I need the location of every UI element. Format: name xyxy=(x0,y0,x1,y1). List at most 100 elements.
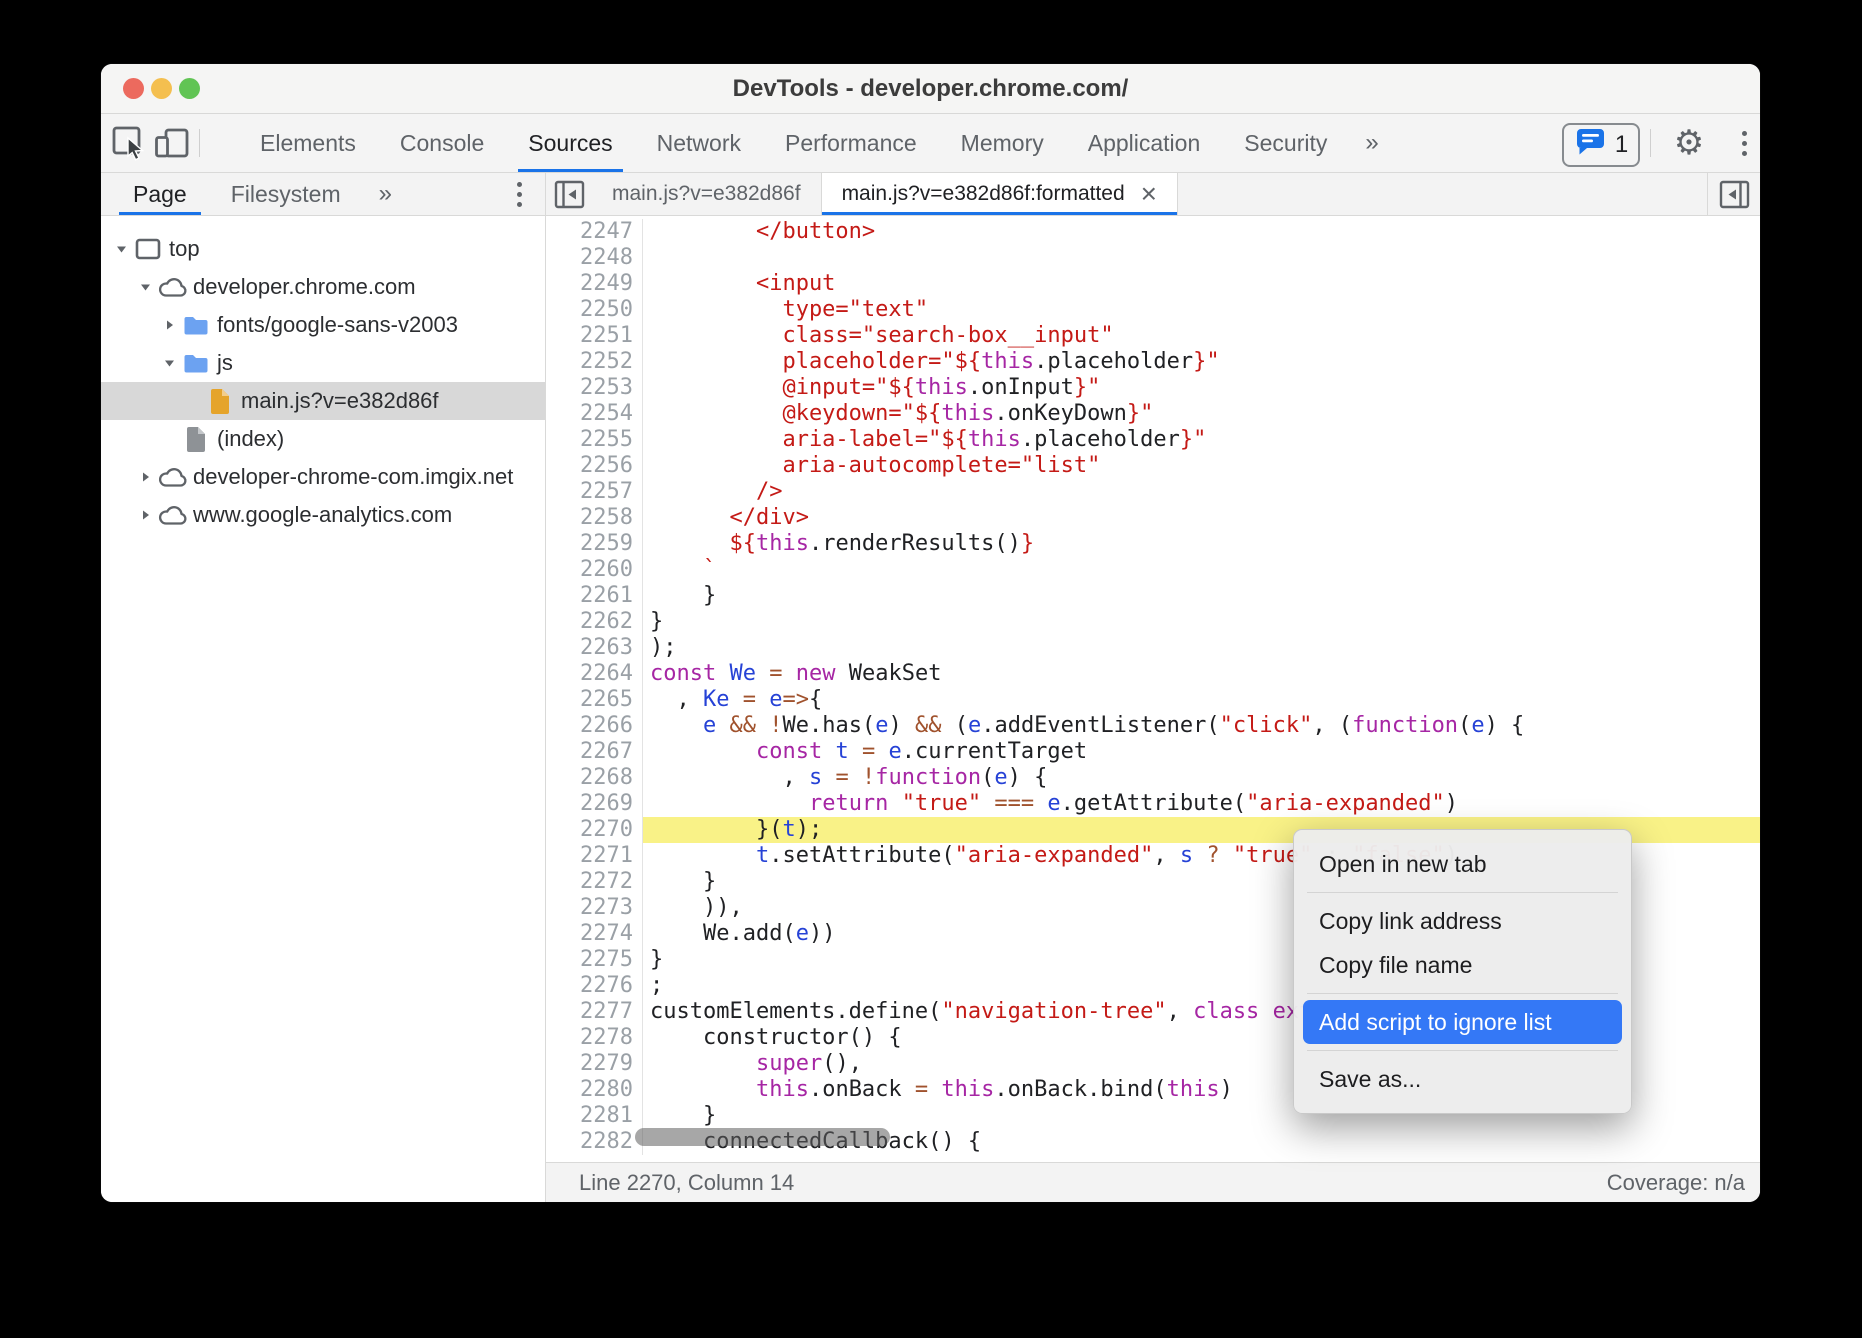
line-number[interactable]: 2260 xyxy=(546,557,643,583)
show-debugger-icon[interactable] xyxy=(1707,173,1760,215)
context-menu-item-save-as-[interactable]: Save as... xyxy=(1294,1057,1631,1101)
code-line-2254[interactable]: 2254 @keydown="${this.onKeyDown}" xyxy=(546,401,1760,427)
device-toolbar-icon[interactable] xyxy=(151,114,191,172)
sidebar-tab-page[interactable]: Page xyxy=(111,173,209,215)
context-menu-item-copy-file-name[interactable]: Copy file name xyxy=(1294,943,1631,987)
issues-badge-button[interactable]: 1 xyxy=(1562,123,1640,167)
code-line-2252[interactable]: 2252 placeholder="${this.placeholder}" xyxy=(546,349,1760,375)
line-number[interactable]: 2256 xyxy=(546,453,643,479)
tab-security[interactable]: Security xyxy=(1222,114,1349,172)
line-number[interactable]: 2258 xyxy=(546,505,643,531)
tab-console[interactable]: Console xyxy=(378,114,506,172)
chevron-right-icon[interactable] xyxy=(134,470,156,484)
gear-icon[interactable]: ⚙ xyxy=(1669,114,1709,172)
editor-tab-source[interactable]: main.js?v=e382d86f xyxy=(592,173,821,215)
inspect-icon[interactable] xyxy=(109,114,149,172)
line-number[interactable]: 2280 xyxy=(546,1077,643,1103)
line-number[interactable]: 2251 xyxy=(546,323,643,349)
code-line-2256[interactable]: 2256 aria-autocomplete="list" xyxy=(546,453,1760,479)
code-line-2267[interactable]: 2267 const t = e.currentTarget xyxy=(546,739,1760,765)
code-line-2262[interactable]: 2262} xyxy=(546,609,1760,635)
line-number[interactable]: 2282 xyxy=(546,1129,643,1155)
context-menu-item-add-script-to-ignore-list[interactable]: Add script to ignore list xyxy=(1303,1000,1622,1044)
editor-tab-formatted[interactable]: main.js?v=e382d86f:formatted× xyxy=(821,173,1178,215)
line-number[interactable]: 2274 xyxy=(546,921,643,947)
code-line-2266[interactable]: 2266 e && !We.has(e) && (e.addEventListe… xyxy=(546,713,1760,739)
code-line-2259[interactable]: 2259 ${this.renderResults()} xyxy=(546,531,1760,557)
line-number[interactable]: 2275 xyxy=(546,947,643,973)
tree-item-js[interactable]: js xyxy=(101,344,545,382)
line-number[interactable]: 2277 xyxy=(546,999,643,1025)
line-number[interactable]: 2276 xyxy=(546,973,643,999)
code-line-2263[interactable]: 2263); xyxy=(546,635,1760,661)
chevron-down-icon[interactable] xyxy=(110,242,132,256)
tree-item-developer-chrome-com-imgix-net[interactable]: developer-chrome-com.imgix.net xyxy=(101,458,545,496)
sidebar-overflow-chevron[interactable]: » xyxy=(363,180,408,208)
code-line-2251[interactable]: 2251 class="search-box__input" xyxy=(546,323,1760,349)
tree-item--index-[interactable]: (index) xyxy=(101,420,545,458)
code-line-2258[interactable]: 2258 </div> xyxy=(546,505,1760,531)
sidebar-kebab-menu-icon[interactable] xyxy=(504,173,534,215)
hide-navigator-icon[interactable] xyxy=(546,173,592,215)
code-line-2265[interactable]: 2265 , Ke = e=>{ xyxy=(546,687,1760,713)
line-number[interactable]: 2248 xyxy=(546,245,643,271)
line-number[interactable]: 2278 xyxy=(546,1025,643,1051)
code-line-2253[interactable]: 2253 @input="${this.onInput}" xyxy=(546,375,1760,401)
line-number[interactable]: 2261 xyxy=(546,583,643,609)
line-number[interactable]: 2279 xyxy=(546,1051,643,1077)
line-number[interactable]: 2247 xyxy=(546,219,643,245)
line-number[interactable]: 2268 xyxy=(546,765,643,791)
kebab-menu-icon[interactable] xyxy=(1729,114,1759,172)
line-number[interactable]: 2273 xyxy=(546,895,643,921)
line-number[interactable]: 2267 xyxy=(546,739,643,765)
tab-sources[interactable]: Sources xyxy=(506,114,634,172)
line-number[interactable]: 2264 xyxy=(546,661,643,687)
line-number[interactable]: 2269 xyxy=(546,791,643,817)
line-number[interactable]: 2263 xyxy=(546,635,643,661)
line-number[interactable]: 2253 xyxy=(546,375,643,401)
chevron-down-icon[interactable] xyxy=(158,356,180,370)
line-number[interactable]: 2254 xyxy=(546,401,643,427)
chevron-right-icon[interactable] xyxy=(158,318,180,332)
tree-item-developer-chrome-com[interactable]: developer.chrome.com xyxy=(101,268,545,306)
chevron-right-icon[interactable] xyxy=(134,508,156,522)
tab-application[interactable]: Application xyxy=(1066,114,1223,172)
line-number[interactable]: 2255 xyxy=(546,427,643,453)
code-line-2264[interactable]: 2264const We = new WeakSet xyxy=(546,661,1760,687)
context-menu-item-open-in-new-tab[interactable]: Open in new tab xyxy=(1294,842,1631,886)
toolbar-overflow-chevron[interactable]: » xyxy=(1349,129,1394,157)
code-line-2260[interactable]: 2260 ` xyxy=(546,557,1760,583)
tree-item-main-js-v-e382d86f[interactable]: main.js?v=e382d86f xyxy=(101,382,545,420)
tab-memory[interactable]: Memory xyxy=(939,114,1066,172)
line-number[interactable]: 2266 xyxy=(546,713,643,739)
code-line-2255[interactable]: 2255 aria-label="${this.placeholder}" xyxy=(546,427,1760,453)
line-number[interactable]: 2281 xyxy=(546,1103,643,1129)
line-number[interactable]: 2272 xyxy=(546,869,643,895)
code-line-2247[interactable]: 2247 </button> xyxy=(546,219,1760,245)
line-number[interactable]: 2259 xyxy=(546,531,643,557)
tree-item-fonts-google-sans-v2003[interactable]: fonts/google-sans-v2003 xyxy=(101,306,545,344)
tab-performance[interactable]: Performance xyxy=(763,114,939,172)
code-line-2261[interactable]: 2261 } xyxy=(546,583,1760,609)
code-line-2257[interactable]: 2257 /> xyxy=(546,479,1760,505)
line-number[interactable]: 2252 xyxy=(546,349,643,375)
line-number[interactable]: 2271 xyxy=(546,843,643,869)
tree-item-www-google-analytics-com[interactable]: www.google-analytics.com xyxy=(101,496,545,534)
tree-item-top[interactable]: top xyxy=(101,230,545,268)
code-line-2248[interactable]: 2248 xyxy=(546,245,1760,271)
line-number[interactable]: 2249 xyxy=(546,271,643,297)
code-line-2269[interactable]: 2269 return "true" === e.getAttribute("a… xyxy=(546,791,1760,817)
code-line-2268[interactable]: 2268 , s = !function(e) { xyxy=(546,765,1760,791)
line-number[interactable]: 2257 xyxy=(546,479,643,505)
tab-elements[interactable]: Elements xyxy=(238,114,378,172)
code-line-2249[interactable]: 2249 <input xyxy=(546,271,1760,297)
code-line-2250[interactable]: 2250 type="text" xyxy=(546,297,1760,323)
horizontal-scrollbar-thumb[interactable] xyxy=(635,1128,890,1146)
close-tab-icon[interactable]: × xyxy=(1141,184,1157,204)
line-number[interactable]: 2262 xyxy=(546,609,643,635)
chevron-down-icon[interactable] xyxy=(134,280,156,294)
line-number[interactable]: 2265 xyxy=(546,687,643,713)
line-number[interactable]: 2250 xyxy=(546,297,643,323)
context-menu-item-copy-link-address[interactable]: Copy link address xyxy=(1294,899,1631,943)
tab-network[interactable]: Network xyxy=(635,114,763,172)
